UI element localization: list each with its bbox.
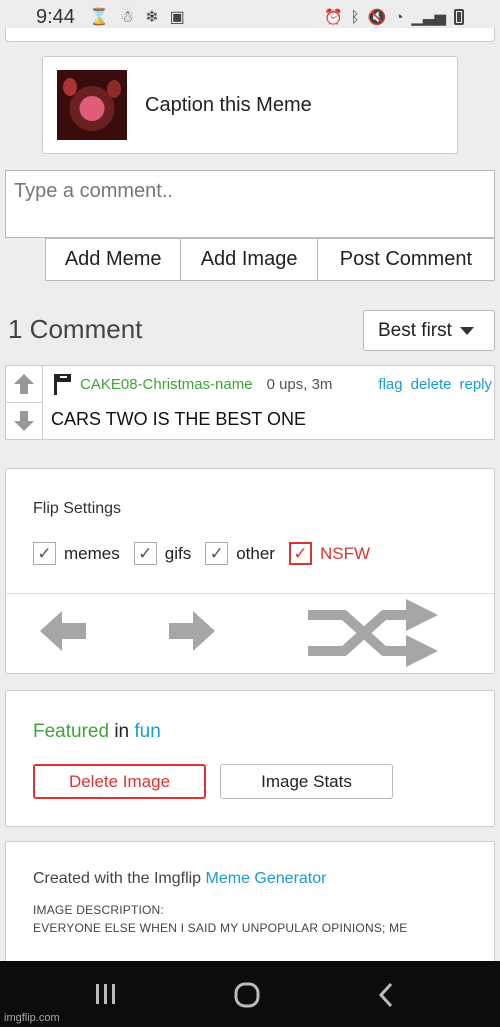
add-image-button[interactable]: Add Image [181,239,318,280]
comment-username[interactable]: CAKE08-Christmas-name [80,376,253,393]
image-description-text: EVERYONE ELSE WHEN I SAID MY UNPOPULAR O… [33,921,408,935]
comment-action-buttons: Add Meme Add Image Post Comment [45,238,495,281]
add-meme-button[interactable]: Add Meme [46,239,182,280]
meme-thumbnail [57,70,127,140]
checkmark-icon: ✓ [33,542,56,565]
alarm-icon: ⏰ [323,9,343,26]
caption-this-meme-card[interactable]: Caption this Meme [42,56,458,154]
recents-icon[interactable] [93,981,119,1007]
comment-meta: CAKE08-Christmas-name 0 ups, 3m flag del… [52,372,492,396]
caption-label: Caption this Meme [145,93,312,116]
flip-options: ✓ memes ✓ gifs ✓ other ✓ NSFW [33,542,370,565]
created-line: Created with the Imgflip Meme Generator [33,870,326,888]
checkmark-icon: ✓ [288,542,312,565]
stream-link[interactable]: fun [134,721,160,742]
android-nav-bar: imgflip.com [0,961,500,1027]
nsfw-checkbox[interactable]: ✓ NSFW [288,542,370,565]
delete-link[interactable]: delete [411,376,452,393]
shuffle-icon[interactable] [306,597,440,669]
upvote-button[interactable] [6,366,42,402]
memes-label: memes [64,543,120,563]
next-arrow-icon[interactable] [167,609,217,653]
user-flag-icon [54,374,71,395]
checkmark-icon: ✓ [205,542,229,565]
other-label: other [236,543,275,563]
post-comment-button[interactable]: Post Comment [318,239,494,280]
snowflake-icon: ❄ [145,9,159,26]
chevron-down-icon [459,326,474,335]
sort-value: Best first [378,319,452,341]
status-time: 9:44 [36,5,75,28]
gifs-checkbox[interactable]: ✓ gifs [133,542,192,565]
delete-image-button[interactable]: Delete Image [33,764,206,799]
previous-panel-edge [5,28,495,42]
image-icon: ▣ [169,9,185,26]
comment-stats: 0 ups, 3m [266,375,333,393]
comment-text: CARS TWO IS THE BEST ONE [51,409,307,429]
comment-placeholder: Type a comment.. [14,180,173,202]
other-checkbox[interactable]: ✓ other [205,542,275,565]
comment: CAKE08-Christmas-name 0 ups, 3m flag del… [5,365,495,440]
comment-count: 1 Comment [8,314,143,344]
reply-link[interactable]: reply [459,376,492,393]
hourglass-icon: ⌛ [88,9,109,26]
featured-in: in [114,721,130,742]
image-description-label: IMAGE DESCRIPTION: [33,903,164,917]
flag-link[interactable]: flag [378,376,402,393]
downvote-button[interactable] [6,402,42,438]
bluetooth-icon: ᛒ [350,8,360,26]
notification-icons: ⌛ ☃ ❄ ▣ [89,7,185,27]
arrow-up-icon [14,374,34,394]
divider [6,593,494,594]
featured-line: Featured in fun [33,721,161,743]
meme-generator-link[interactable]: Meme Generator [206,870,327,887]
previous-arrow-icon[interactable] [38,609,88,653]
checkmark-icon: ✓ [133,542,157,565]
flip-settings-title: Flip Settings [33,500,122,517]
flip-settings-panel: Flip Settings ✓ memes ✓ gifs ✓ other ✓ N… [5,468,495,674]
back-icon[interactable] [375,981,397,1009]
home-icon[interactable] [233,981,261,1009]
featured-panel: Featured in fun Delete Image Image Stats [5,690,495,827]
battery-icon [454,9,464,25]
signal-icon: ▁▃▅ [411,9,446,26]
snowman-icon: ☃ [119,9,135,26]
image-stats-button[interactable]: Image Stats [220,764,393,799]
gifs-label: gifs [164,543,192,563]
sort-dropdown[interactable]: Best first [363,310,495,351]
created-prefix: Created with the Imgflip [33,870,202,887]
comment-links: flag delete reply [378,376,492,393]
memes-checkbox[interactable]: ✓ memes [33,542,120,565]
comment-input[interactable]: Type a comment.. [5,170,495,238]
system-icons: ⏰ ᛒ 🔇 ◔ ▁▃▅ [324,8,464,26]
created-with-panel: Created with the Imgflip Meme Generator … [5,841,495,971]
arrow-down-icon [14,410,34,431]
featured-label: Featured [33,721,110,742]
nsfw-label: NSFW [319,543,370,563]
vote-column [6,366,43,439]
wifi-icon: ◔ [394,8,404,26]
imgflip-watermark: imgflip.com [4,1012,60,1024]
mute-icon: 🔇 [367,9,387,26]
